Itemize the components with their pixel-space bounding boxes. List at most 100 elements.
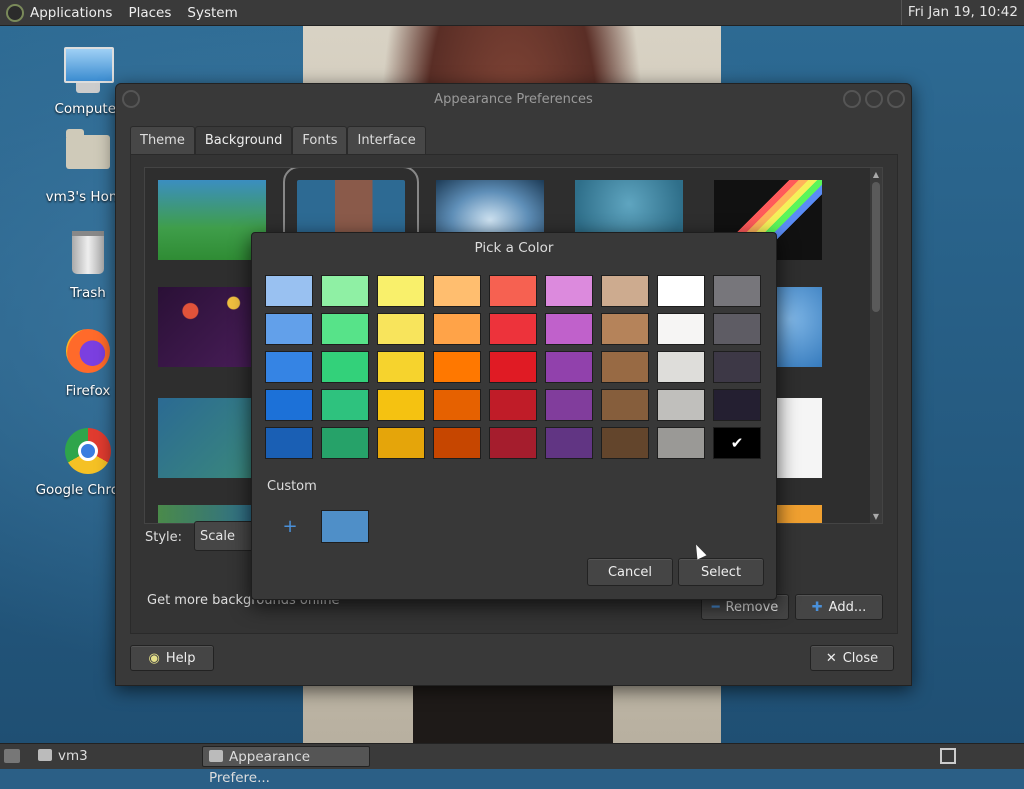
tab-interface[interactable]: Interface [347, 126, 426, 155]
color-swatch[interactable] [601, 427, 649, 459]
color-swatch[interactable] [713, 313, 761, 345]
color-swatch[interactable] [657, 427, 705, 459]
color-swatch[interactable] [601, 275, 649, 307]
color-swatch[interactable] [321, 389, 369, 421]
wallpaper-thumbnail[interactable] [158, 287, 266, 367]
color-swatch[interactable] [489, 275, 537, 307]
color-swatch[interactable] [545, 389, 593, 421]
color-swatch[interactable] [713, 275, 761, 307]
color-swatch[interactable] [433, 389, 481, 421]
window-title: Appearance Preferences [434, 92, 593, 107]
color-swatch[interactable] [433, 427, 481, 459]
taskbar-item-vm3[interactable]: vm3 [38, 746, 88, 767]
help-lifebuoy-icon: ◉ [148, 651, 160, 666]
scroll-down-icon[interactable]: ▼ [872, 512, 880, 521]
color-swatch[interactable] [545, 275, 593, 307]
custom-label: Custom [267, 479, 317, 494]
menu-applications[interactable]: Applications [30, 5, 112, 21]
checkmark-icon: ✔ [730, 434, 744, 452]
remove-button-label: Remove [725, 600, 779, 615]
wallpaper-thumbnail[interactable] [158, 398, 266, 478]
bottom-panel: vm3 Appearance Prefere... [0, 743, 1024, 786]
color-swatch[interactable] [545, 427, 593, 459]
workspace-switcher-icon[interactable] [940, 748, 956, 764]
help-button-label: Help [165, 651, 196, 666]
minimize-icon[interactable] [843, 90, 861, 108]
tab-background[interactable]: Background [194, 126, 293, 155]
window-menu-icon[interactable] [122, 90, 140, 108]
color-swatch[interactable] [321, 313, 369, 345]
color-swatch[interactable] [545, 351, 593, 383]
color-swatch[interactable] [657, 389, 705, 421]
color-swatch[interactable] [713, 389, 761, 421]
style-label: Style: [145, 530, 183, 545]
custom-color-swatch[interactable] [321, 510, 369, 543]
appearance-app-icon [209, 750, 223, 762]
tab-theme[interactable]: Theme [130, 126, 195, 155]
wallpaper-thumbnail[interactable] [158, 180, 266, 260]
color-swatch[interactable] [321, 427, 369, 459]
computer-icon [64, 47, 114, 95]
color-swatch[interactable] [545, 313, 593, 345]
minus-icon: ━ [711, 600, 720, 615]
color-swatch[interactable] [657, 351, 705, 383]
distro-logo-icon[interactable] [6, 3, 24, 22]
trash-icon [64, 231, 112, 279]
color-swatch[interactable] [265, 427, 313, 459]
add-button[interactable]: ✚ Add... [795, 594, 883, 620]
task-label: vm3 [58, 748, 88, 764]
color-swatch[interactable] [713, 351, 761, 383]
color-swatch[interactable] [489, 313, 537, 345]
show-desktop-icon[interactable] [4, 749, 20, 763]
dialog-title: Pick a Color [474, 240, 554, 256]
color-swatch[interactable] [377, 389, 425, 421]
color-swatch[interactable] [489, 351, 537, 383]
color-swatch[interactable] [377, 313, 425, 345]
add-button-label: Add... [828, 600, 867, 615]
color-swatch[interactable] [601, 351, 649, 383]
home-folder-icon [38, 749, 52, 761]
color-swatch[interactable] [433, 351, 481, 383]
maximize-icon[interactable] [865, 90, 883, 108]
color-swatch[interactable] [601, 389, 649, 421]
color-swatch[interactable] [265, 389, 313, 421]
home-folder-icon [64, 129, 112, 183]
color-swatch[interactable] [265, 313, 313, 345]
cancel-button[interactable]: Cancel [587, 558, 673, 586]
color-swatch[interactable] [433, 313, 481, 345]
color-swatch[interactable] [489, 389, 537, 421]
panel-clock[interactable]: Fri Jan 19, 10:42 [900, 0, 1024, 25]
color-swatch[interactable]: ✔ [713, 427, 761, 459]
scroll-up-icon[interactable]: ▲ [872, 170, 880, 179]
menu-places[interactable]: Places [128, 5, 171, 21]
color-swatch[interactable] [265, 275, 313, 307]
color-swatch[interactable] [601, 313, 649, 345]
close-button[interactable]: ✕ Close [810, 645, 894, 671]
color-swatch[interactable] [377, 351, 425, 383]
chrome-icon [64, 428, 112, 476]
color-swatch[interactable] [265, 351, 313, 383]
color-swatch[interactable] [321, 275, 369, 307]
scrollbar-thumb[interactable] [872, 182, 880, 312]
color-swatch[interactable] [433, 275, 481, 307]
color-swatch[interactable] [657, 275, 705, 307]
gallery-scrollbar[interactable]: ▲ ▼ [870, 168, 882, 523]
style-dropdown-value: Scale [200, 529, 235, 544]
firefox-icon [64, 329, 112, 377]
color-swatch[interactable] [321, 351, 369, 383]
close-window-icon[interactable] [887, 90, 905, 108]
color-swatch[interactable] [377, 427, 425, 459]
top-panel: Applications Places System Fri Jan 19, 1… [0, 0, 1024, 26]
window-titlebar[interactable]: Appearance Preferences [116, 84, 911, 116]
color-swatch[interactable] [377, 275, 425, 307]
color-swatch[interactable] [489, 427, 537, 459]
select-button[interactable]: Select [678, 558, 764, 586]
menu-system[interactable]: System [187, 5, 237, 21]
taskbar-item-appearance[interactable]: Appearance Prefere... [202, 746, 370, 786]
tab-bar: Theme Background Fonts Interface [130, 126, 426, 155]
color-swatch[interactable] [657, 313, 705, 345]
tab-fonts[interactable]: Fonts [292, 126, 348, 155]
add-custom-color-icon[interactable]: + [278, 517, 302, 537]
close-button-label: Close [842, 651, 879, 666]
help-button[interactable]: ◉ Help [130, 645, 214, 671]
